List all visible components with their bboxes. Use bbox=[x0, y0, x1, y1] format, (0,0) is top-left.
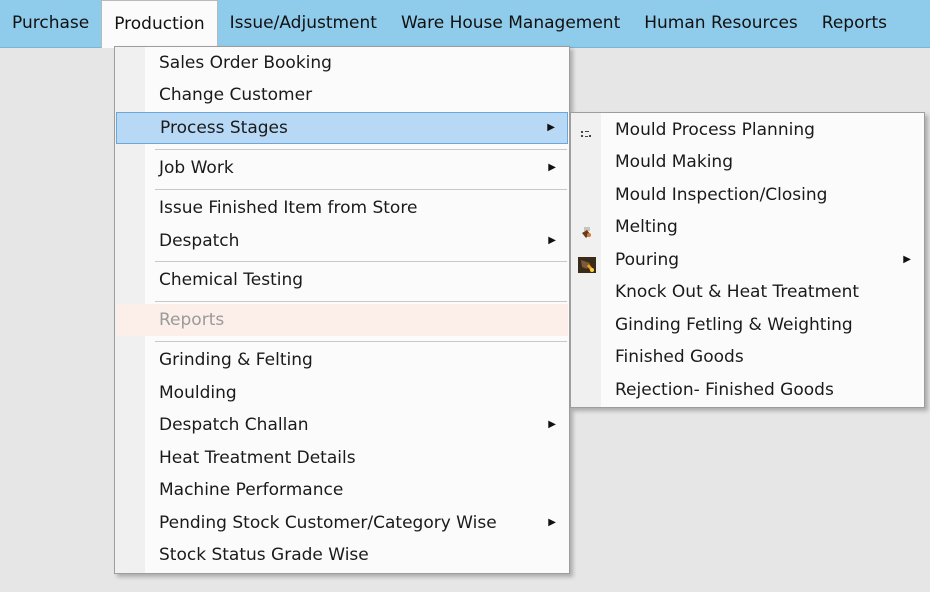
menu-item-label: Heat Treatment Details bbox=[159, 448, 356, 468]
menu-item-despatch-challan[interactable]: Despatch Challan ▶ bbox=[116, 409, 568, 441]
menu-item-heat-treatment-details[interactable]: Heat Treatment Details bbox=[116, 442, 568, 474]
submenu-arrow-icon: ▶ bbox=[548, 419, 556, 430]
menu-separator bbox=[155, 301, 567, 302]
menu-item-label: Finished Goods bbox=[615, 347, 744, 367]
menu-item-label: Process Stages bbox=[160, 118, 288, 138]
menu-item-change-customer[interactable]: Change Customer bbox=[116, 79, 568, 111]
menu-item-mould-inspection-closing[interactable]: Mould Inspection/Closing bbox=[572, 179, 923, 211]
submenu-arrow-icon: ▶ bbox=[548, 517, 556, 528]
menu-item-label: Pouring bbox=[615, 250, 680, 270]
menu-item-issue-finished-item[interactable]: Issue Finished Item from Store bbox=[116, 192, 568, 224]
menu-item-job-work[interactable]: Job Work ▶ bbox=[116, 152, 568, 184]
menu-item-grinding-felting[interactable]: Grinding & Felting bbox=[116, 344, 568, 376]
menu-item-label: Moulding bbox=[159, 383, 237, 403]
process-stages-submenu: Mould Process Planning Mould Making Moul… bbox=[570, 112, 925, 408]
menu-item-mould-making[interactable]: Mould Making bbox=[572, 146, 923, 178]
menu-reports[interactable]: Reports bbox=[810, 0, 899, 47]
menu-item-finished-goods[interactable]: Finished Goods bbox=[572, 341, 923, 373]
menu-item-melting[interactable]: Melting bbox=[572, 211, 923, 243]
menu-item-label: Job Work bbox=[159, 158, 234, 178]
menu-purchase[interactable]: Purchase bbox=[0, 0, 101, 47]
menu-item-moulding[interactable]: Moulding bbox=[116, 377, 568, 409]
pouring-icon bbox=[578, 252, 596, 273]
menu-separator bbox=[155, 261, 567, 262]
production-dropdown: Sales Order Booking Change Customer Proc… bbox=[114, 46, 570, 574]
menu-item-label: Chemical Testing bbox=[159, 270, 304, 290]
menu-item-process-stages[interactable]: Process Stages ▶ bbox=[116, 112, 568, 144]
menu-item-label: Mould Process Planning bbox=[615, 120, 815, 140]
menu-item-label: Melting bbox=[615, 217, 678, 237]
menu-item-label: Despatch bbox=[159, 231, 240, 251]
menu-item-mould-process-planning[interactable]: Mould Process Planning bbox=[572, 114, 923, 146]
menu-separator bbox=[155, 149, 567, 150]
menu-item-chemical-testing[interactable]: Chemical Testing bbox=[116, 264, 568, 296]
menu-item-rejection-finished-goods[interactable]: Rejection- Finished Goods bbox=[572, 374, 923, 406]
menu-item-label: Machine Performance bbox=[159, 480, 344, 500]
menu-item-label: Stock Status Grade Wise bbox=[159, 545, 369, 565]
menu-item-despatch[interactable]: Despatch ▶ bbox=[116, 225, 568, 257]
menu-item-pending-stock[interactable]: Pending Stock Customer/Category Wise ▶ bbox=[116, 507, 568, 539]
main-menubar: Purchase Production Issue/Adjustment War… bbox=[0, 0, 930, 48]
menu-item-label: Change Customer bbox=[159, 85, 313, 105]
menu-item-ginding-fetling-weighting[interactable]: Ginding Fetling & Weighting bbox=[572, 309, 923, 341]
menu-item-label: Despatch Challan bbox=[159, 415, 309, 435]
menu-item-label: Issue Finished Item from Store bbox=[159, 198, 418, 218]
menu-item-label: Pending Stock Customer/Category Wise bbox=[159, 513, 497, 533]
menu-item-label: Ginding Fetling & Weighting bbox=[615, 315, 853, 335]
menu-item-label: Mould Making bbox=[615, 152, 733, 172]
submenu-arrow-icon: ▶ bbox=[547, 122, 555, 133]
menu-item-pouring[interactable]: Pouring ▶ bbox=[572, 244, 923, 276]
submenu-arrow-icon: ▶ bbox=[903, 254, 911, 265]
menu-item-label: Sales Order Booking bbox=[159, 53, 332, 73]
menu-item-label: Mould Inspection/Closing bbox=[615, 185, 828, 205]
menu-item-label: Rejection- Finished Goods bbox=[615, 380, 834, 400]
menu-separator bbox=[155, 341, 567, 342]
submenu-arrow-icon: ▶ bbox=[548, 162, 556, 173]
menu-production[interactable]: Production bbox=[101, 0, 218, 48]
menu-item-label: Reports bbox=[159, 310, 225, 330]
melting-icon bbox=[578, 219, 596, 238]
menu-item-stock-status-grade-wise[interactable]: Stock Status Grade Wise bbox=[116, 539, 568, 571]
menu-separator bbox=[155, 189, 567, 190]
menu-item-reports-disabled: Reports bbox=[116, 304, 568, 336]
menu-item-knock-out-heat-treatment[interactable]: Knock Out & Heat Treatment bbox=[572, 276, 923, 308]
menu-warehouse-management[interactable]: Ware House Management bbox=[389, 0, 632, 47]
menu-issue-adjustment[interactable]: Issue/Adjustment bbox=[218, 0, 389, 47]
menu-human-resources[interactable]: Human Resources bbox=[632, 0, 810, 47]
planning-icon bbox=[578, 122, 596, 138]
menu-item-label: Knock Out & Heat Treatment bbox=[615, 282, 860, 302]
submenu-arrow-icon: ▶ bbox=[548, 235, 556, 246]
menu-item-sales-order-booking[interactable]: Sales Order Booking bbox=[116, 47, 568, 79]
menu-item-machine-performance[interactable]: Machine Performance bbox=[116, 474, 568, 506]
menu-item-label: Grinding & Felting bbox=[159, 350, 313, 370]
